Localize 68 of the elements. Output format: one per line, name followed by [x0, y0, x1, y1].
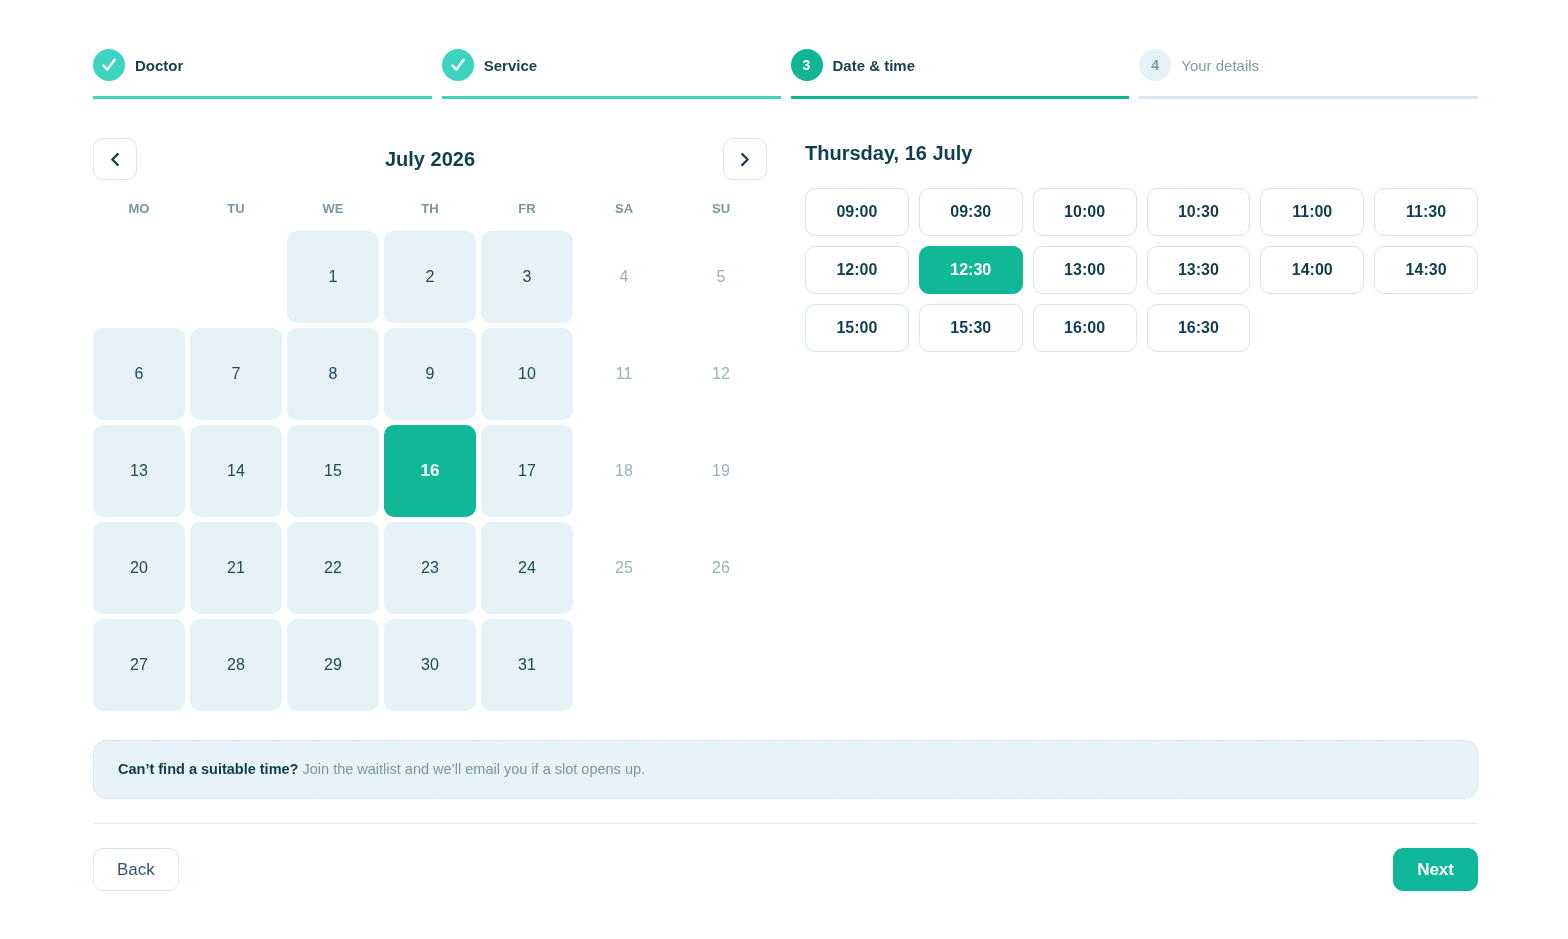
calendar-day: 4 — [578, 231, 670, 323]
calendar-day[interactable]: 28 — [190, 619, 282, 711]
calendar-day[interactable]: 9 — [384, 328, 476, 420]
step-number: 4 — [1139, 49, 1172, 81]
calendar-day[interactable]: 15 — [287, 425, 379, 517]
calendar-day[interactable]: 23 — [384, 522, 476, 614]
calendar-day: 25 — [578, 522, 670, 614]
step-label: Service — [483, 56, 538, 74]
step-label: Date & time — [832, 56, 916, 74]
calendar-day[interactable]: 29 — [287, 619, 379, 711]
calendar-day: 12 — [675, 328, 767, 420]
selected-date-title: Thursday, 16 July — [805, 141, 974, 166]
waitlist-message: Can’t find a suitable time? Join the waitlist and we’ll email you if a slot opens up. — [118, 761, 647, 778]
check-icon — [441, 49, 474, 81]
calendar-day[interactable]: 27 — [93, 619, 185, 711]
calendar-day[interactable]: 8 — [287, 328, 379, 420]
weekday-label: SU — [711, 201, 731, 217]
weekday-label: WE — [322, 201, 344, 217]
weekday-label: TH — [421, 201, 439, 217]
time-slot-button[interactable]: 12:00 — [805, 246, 909, 294]
time-slot-button[interactable]: 16:30 — [1146, 304, 1251, 352]
weekday-label: FR — [518, 201, 536, 217]
step-label: Your details — [1181, 56, 1260, 74]
step-label: Doctor — [135, 56, 184, 74]
calendar-day[interactable]: 31 — [481, 619, 573, 711]
calendar-day: 11 — [578, 328, 670, 420]
calendar-day[interactable]: 7 — [190, 328, 282, 420]
calendar-day[interactable]: 3 — [481, 231, 573, 323]
check-icon — [93, 49, 125, 81]
previous-month-button[interactable] — [93, 138, 137, 180]
weekday-label: TU — [227, 201, 245, 217]
time-slot-button[interactable]: 14:00 — [1260, 246, 1365, 294]
step-number: 3 — [790, 49, 823, 81]
time-slot-button[interactable]: 14:30 — [1374, 246, 1478, 294]
chevron-left-icon — [111, 152, 119, 166]
time-slot-button[interactable]: 10:30 — [1146, 188, 1251, 236]
calendar-day[interactable]: 14 — [190, 425, 282, 517]
calendar-day[interactable]: 6 — [93, 328, 185, 420]
month-title: July 2026 — [384, 147, 476, 171]
time-slot-button[interactable]: 11:00 — [1260, 188, 1365, 236]
next-month-button[interactable] — [723, 138, 767, 180]
calendar-day[interactable]: 1 — [287, 231, 379, 323]
time-slot-button[interactable]: 09:30 — [918, 188, 1023, 236]
calendar-day[interactable]: 10 — [481, 328, 573, 420]
time-slot-button[interactable]: 15:30 — [918, 304, 1023, 352]
weekday-label: SA — [614, 201, 634, 217]
time-slot-button[interactable]: 15:00 — [805, 304, 909, 352]
calendar-day: 19 — [675, 425, 767, 517]
calendar-day[interactable]: 13 — [93, 425, 185, 517]
time-slot-button[interactable]: 10:00 — [1032, 188, 1137, 236]
calendar-day: 26 — [675, 522, 767, 614]
time-slot-button[interactable]: 13:00 — [1032, 246, 1137, 294]
calendar-day[interactable]: 2 — [384, 231, 476, 323]
weekday-label: MO — [128, 201, 150, 217]
calendar-day[interactable]: 21 — [190, 522, 282, 614]
calendar-day[interactable]: 24 — [481, 522, 573, 614]
calendar-day[interactable]: 20 — [93, 522, 185, 614]
chevron-right-icon — [741, 152, 749, 166]
time-slot-button[interactable]: 09:00 — [805, 188, 909, 236]
back-button[interactable]: Back — [93, 848, 179, 891]
calendar-day: 18 — [578, 425, 670, 517]
calendar-day[interactable]: 17 — [481, 425, 573, 517]
time-slot-button[interactable]: 13:30 — [1146, 246, 1251, 294]
time-slot-button[interactable]: 16:00 — [1032, 304, 1137, 352]
calendar-day: 5 — [675, 231, 767, 323]
time-slot-button[interactable]: 11:30 — [1374, 188, 1478, 236]
calendar-day[interactable]: 22 — [287, 522, 379, 614]
calendar-day[interactable]: 30 — [384, 619, 476, 711]
